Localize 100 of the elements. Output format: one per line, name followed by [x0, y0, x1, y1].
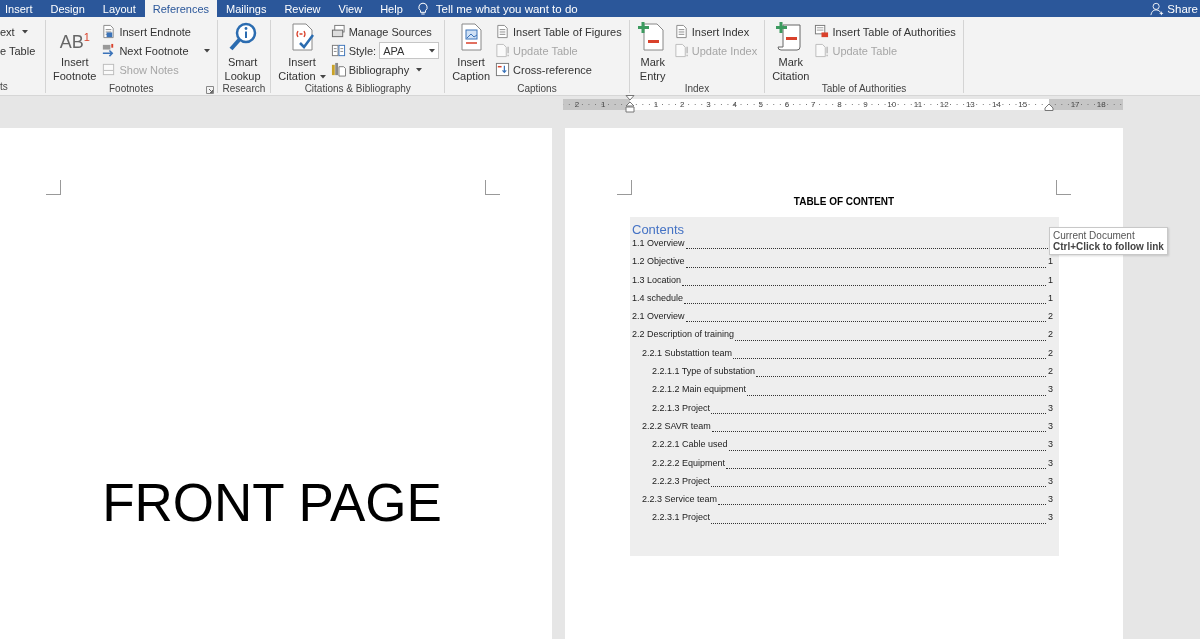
document-icon: [673, 43, 689, 58]
ribbon-tab[interactable]: Review: [275, 0, 330, 17]
ribbon-button[interactable]: Mark Entry: [634, 21, 671, 83]
group-label: Table of Authorities: [821, 83, 907, 94]
ribbon-button[interactable]: Insert Table of Figures: [495, 22, 624, 41]
style-label: Style:: [348, 44, 377, 57]
ribbon-button[interactable]: Insert Index: [673, 22, 760, 41]
corner-mark: [1056, 180, 1071, 195]
person-icon: [1150, 1, 1165, 16]
toc-entry[interactable]: 1.3 Location: [632, 274, 682, 285]
ribbon-tab[interactable]: View: [329, 0, 372, 17]
ribbon-button[interactable]: Insert Table of Authorities: [814, 22, 958, 41]
corner-mark: [617, 180, 632, 195]
ribbon-button[interactable]: Cross-reference: [495, 60, 624, 79]
group-label: Research: [222, 83, 266, 94]
ruler-number: 1: [652, 98, 660, 110]
ruler-number: 9: [862, 98, 869, 110]
ruler-number: 12: [938, 98, 950, 110]
toc-entry[interactable]: 1.4 schedule: [632, 292, 684, 303]
tooltip-title: Current Document: [1053, 230, 1136, 241]
toc-entry[interactable]: 2.2 Description of training: [632, 329, 735, 340]
ruler-number: 15: [1017, 98, 1029, 110]
toc-entry[interactable]: 2.2.2 SAVR team: [642, 420, 711, 431]
ruler-number: 3: [705, 98, 712, 110]
ribbon-tab[interactable]: Insert: [0, 0, 42, 17]
group-label: Captions: [517, 83, 557, 94]
ruler-number: 4: [731, 98, 738, 110]
toc-entry[interactable]: 2.2.2.1 Cable used: [652, 439, 728, 450]
ribbon-button[interactable]: Insert Caption: [450, 21, 493, 83]
corner-mark: [46, 180, 61, 195]
ribbon-tab[interactable]: Mailings: [217, 0, 276, 17]
group-label: ts: [0, 80, 8, 92]
page-number: 1: [1047, 256, 1053, 267]
ribbon-button[interactable]: e Table: [0, 41, 38, 60]
ribbon-button[interactable]: Next Footnote: [101, 41, 212, 60]
page-number: 2: [1047, 311, 1053, 322]
ruler-number: 5: [757, 98, 765, 110]
group-label: Footnotes: [109, 83, 154, 94]
ribbon-tab[interactable]: Layout: [93, 0, 145, 17]
book-icon: [330, 43, 346, 58]
corner-mark: [485, 180, 500, 195]
ruler-number: 2: [573, 98, 581, 110]
page-heading: FRONT PAGE: [102, 472, 443, 533]
indent-marker[interactable]: [1044, 102, 1054, 111]
page-number: 1: [1047, 274, 1053, 285]
toc-title: TABLE OF CONTENT: [793, 196, 895, 207]
ruler-number: 11: [912, 98, 924, 110]
contents-heading: Contents: [632, 222, 685, 238]
tooltip-hint: Ctrl+Click to follow link: [1053, 241, 1164, 252]
page-number: 3: [1047, 457, 1053, 468]
toc-entry[interactable]: 2.2.3 Service team: [642, 494, 718, 505]
document-icon: [814, 43, 830, 58]
ribbon-tab[interactable]: References: [144, 0, 218, 17]
group-label: Index: [684, 83, 710, 94]
document-icon: [495, 43, 511, 58]
launcher-icon[interactable]: [205, 86, 214, 94]
ruler-number: 6: [783, 98, 791, 110]
endnote-icon: [101, 24, 117, 39]
page-number: 2: [1047, 329, 1053, 340]
ruler-number: 18: [1095, 98, 1107, 110]
page-number: 3: [1047, 402, 1053, 413]
ribbon-button[interactable]: ext: [0, 22, 38, 41]
ribbon-button[interactable]: Bibliography: [330, 60, 440, 79]
tell-me-field[interactable]: Tell me what you want to do: [435, 2, 636, 15]
ribbon-button[interactable]: Insert Endnote: [101, 22, 212, 41]
toc-entry[interactable]: 1.1 Overview: [632, 238, 685, 248]
toc-entry[interactable]: 2.2.2.2 Equipment: [652, 457, 726, 468]
document-icon: [101, 62, 117, 77]
toc-entry[interactable]: 2.1 Overview: [632, 311, 685, 322]
ribbon-tab[interactable]: Design: [41, 0, 94, 17]
ribbon-button[interactable]: AB$^{1}$ Insert Footnote: [51, 21, 99, 83]
toc-entry[interactable]: 1.2 Objective: [632, 256, 685, 267]
document-icon: [673, 24, 689, 39]
ribbon-tab[interactable]: Help: [371, 0, 412, 17]
toc-entry[interactable]: 2.2.1.1 Type of substation: [652, 366, 755, 377]
toc-entry[interactable]: 2.2.1.2 Main equipment: [652, 384, 747, 395]
ruler-number: 1: [600, 98, 607, 110]
toc-entry[interactable]: 2.2.1.3 Project: [652, 402, 711, 413]
page-number: 2: [1047, 347, 1053, 358]
ribbon-button[interactable]: Smart Lookup: [222, 21, 263, 83]
page-number: 2: [1047, 366, 1053, 377]
page-number: 3: [1047, 494, 1053, 505]
ruler-number: 7: [810, 98, 817, 110]
ruler-number: 2: [679, 98, 686, 110]
ruler-number: 13: [964, 98, 976, 110]
ribbon-button[interactable]: Mark Citation: [770, 21, 812, 83]
ruler-number: 8: [836, 98, 843, 110]
page-number: 1: [1047, 292, 1053, 303]
indent-marker[interactable]: [625, 94, 635, 113]
style-dropdown[interactable]: APA: [379, 42, 440, 59]
ruler-number: 10: [886, 98, 898, 110]
toc-entry[interactable]: 2.2.2.3 Project: [652, 475, 711, 486]
cross-reference-icon: [495, 62, 511, 77]
share-button[interactable]: Share: [1150, 1, 1200, 16]
toc-entry[interactable]: 2.2.3.1 Project: [652, 512, 711, 523]
stack-icon: [330, 24, 346, 39]
toc-entry[interactable]: 2.2.1 Substattion team: [642, 347, 733, 358]
page-number: 3: [1047, 439, 1053, 450]
ribbon-button[interactable]: Insert Citation: [276, 21, 328, 83]
ribbon-button[interactable]: Manage Sources: [330, 22, 440, 41]
